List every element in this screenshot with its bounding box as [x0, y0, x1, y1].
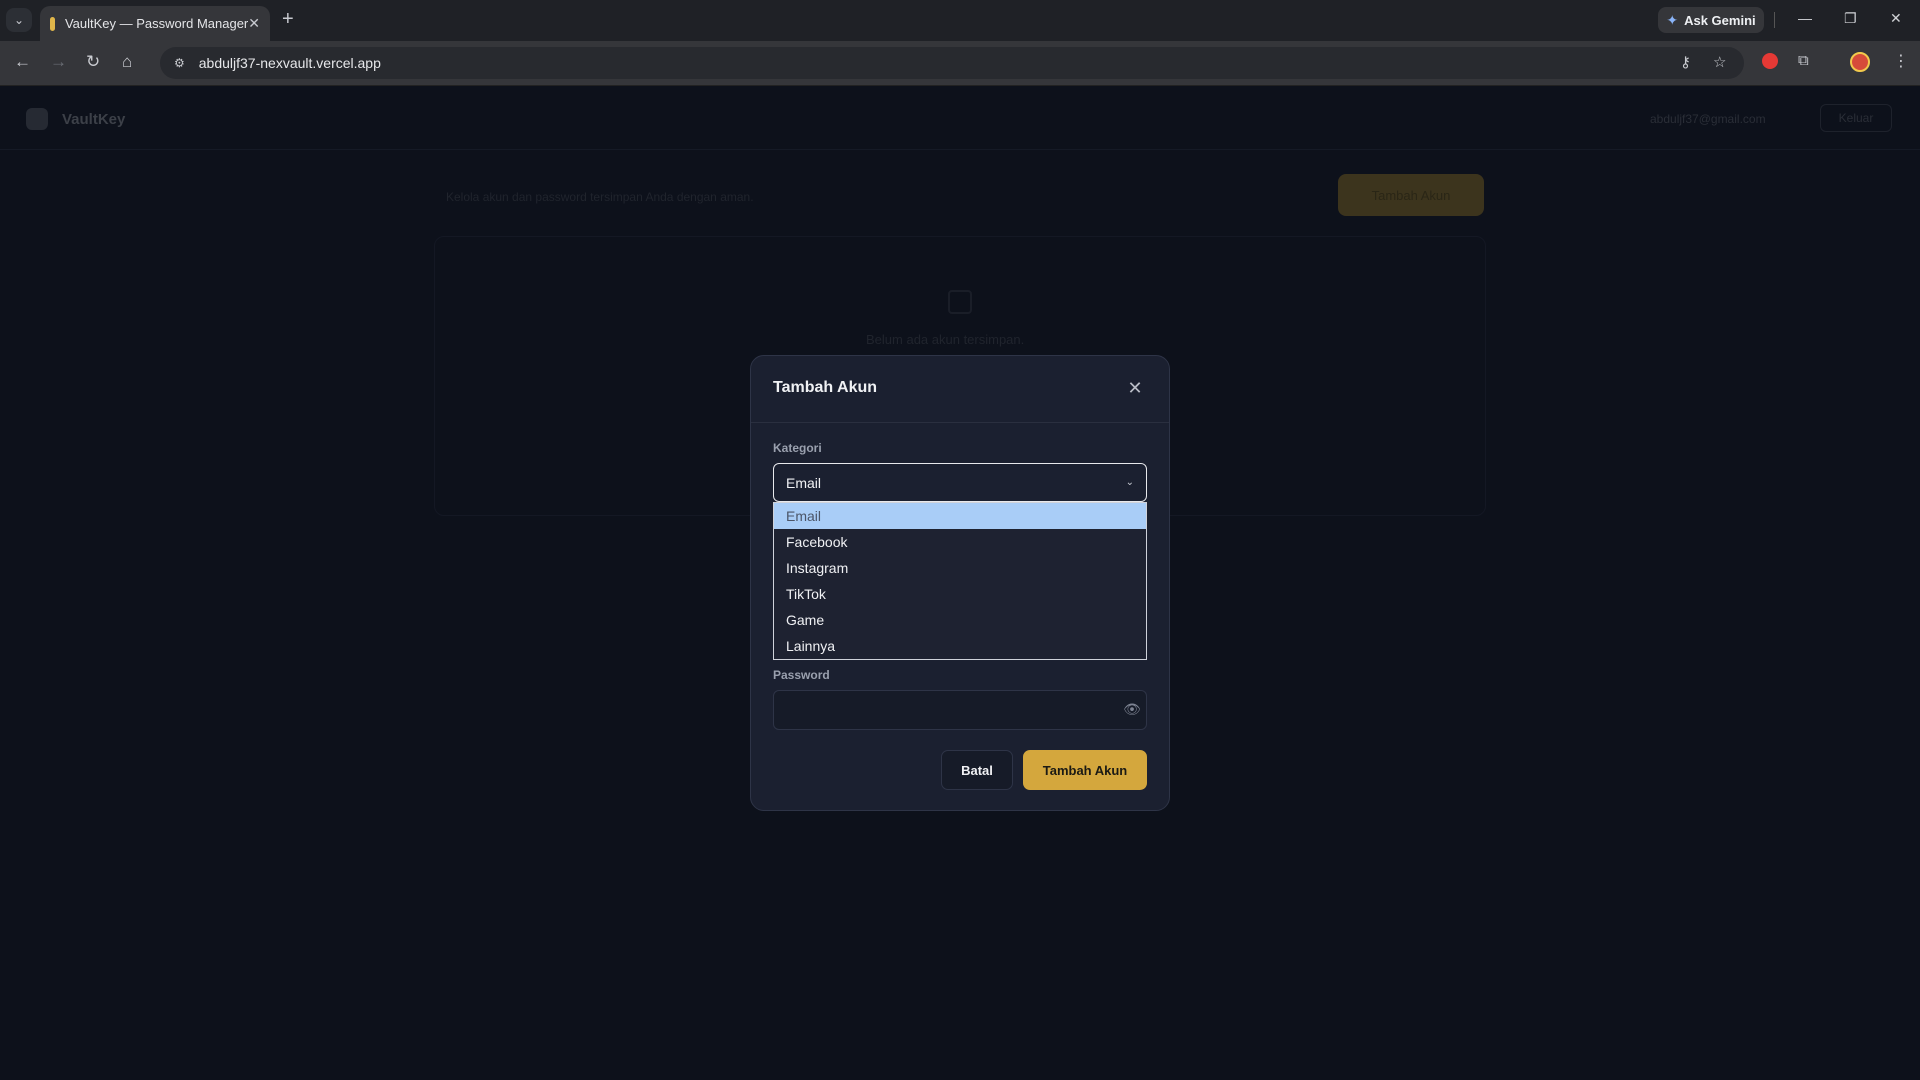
- category-option-email[interactable]: Email: [774, 503, 1146, 529]
- extensions-puzzle-icon[interactable]: ⧉: [1798, 52, 1809, 69]
- ask-gemini-button[interactable]: ✦ Ask Gemini: [1658, 7, 1764, 33]
- category-option-game[interactable]: Game: [774, 607, 1146, 633]
- category-label: Kategori: [773, 441, 822, 455]
- close-icon[interactable]: ✕: [1123, 376, 1147, 400]
- browser-menu-icon[interactable]: ⋮: [1893, 51, 1909, 71]
- password-label: Password: [773, 668, 830, 682]
- reload-icon[interactable]: ↻: [86, 52, 100, 72]
- bookmark-star-icon[interactable]: ☆: [1713, 53, 1726, 71]
- category-option-tiktok[interactable]: TikTok: [774, 581, 1146, 607]
- logout-button[interactable]: Keluar: [1820, 104, 1892, 132]
- user-email: abduljf37@gmail.com: [1650, 112, 1766, 126]
- category-dropdown: Email Facebook Instagram TikTok Game Lai…: [773, 502, 1147, 660]
- password-field[interactable]: 👁: [773, 690, 1147, 730]
- modal-title: Tambah Akun: [773, 379, 878, 396]
- vaultkey-logo-icon: [26, 108, 48, 130]
- category-option-instagram[interactable]: Instagram: [774, 555, 1146, 581]
- vaultkey-favicon-icon: [50, 16, 55, 31]
- eye-icon[interactable]: 👁: [1123, 701, 1141, 717]
- category-value: Email: [786, 474, 822, 491]
- tab-search-button[interactable]: ⌄: [6, 8, 32, 32]
- info-text: Kelola akun dan password tersimpan Anda …: [446, 190, 754, 204]
- empty-state-text: Belum ada akun tersimpan.: [866, 332, 1025, 347]
- submit-button[interactable]: Tambah Akun: [1023, 750, 1147, 790]
- app-header: VaultKey abduljf37@gmail.com Keluar: [0, 86, 1920, 150]
- brand-name: VaultKey: [62, 111, 126, 128]
- password-key-icon[interactable]: ⚷: [1680, 53, 1691, 71]
- gemini-sparkle-icon: ✦: [1666, 11, 1679, 28]
- browser-tab-strip: ⌄ VaultKey — Password Manager ✕ + ✦ Ask …: [0, 0, 1920, 41]
- close-tab-icon[interactable]: ✕: [248, 15, 260, 32]
- browser-tab[interactable]: VaultKey — Password Manager ✕: [40, 6, 270, 41]
- address-bar[interactable]: ⚙ abduljf37-nexvault.vercel.app: [160, 47, 1744, 79]
- chevron-down-icon: ⌄: [1125, 477, 1134, 488]
- url-text: abduljf37-nexvault.vercel.app: [198, 55, 381, 71]
- restore-icon[interactable]: ❐: [1844, 10, 1857, 27]
- home-icon[interactable]: ⌂: [122, 52, 132, 72]
- close-window-icon[interactable]: ✕: [1890, 10, 1902, 27]
- profile-avatar[interactable]: [1850, 52, 1870, 72]
- divider: [1774, 12, 1775, 28]
- ask-gemini-label: Ask Gemini: [1684, 12, 1756, 28]
- forward-arrow-icon[interactable]: →: [50, 52, 67, 72]
- site-settings-icon[interactable]: ⚙: [174, 56, 185, 70]
- cancel-button[interactable]: Batal: [941, 750, 1013, 790]
- add-account-button[interactable]: Tambah Akun: [1338, 174, 1484, 216]
- category-option-facebook[interactable]: Facebook: [774, 529, 1146, 555]
- minimize-icon[interactable]: —: [1798, 10, 1812, 26]
- modal-header: Tambah Akun ✕: [751, 356, 1169, 423]
- back-arrow-icon[interactable]: ←: [14, 52, 31, 72]
- extension-icon[interactable]: [1762, 53, 1778, 69]
- new-tab-button[interactable]: +: [282, 9, 294, 29]
- tab-title: VaultKey — Password Manager: [64, 16, 249, 31]
- empty-state-icon: [948, 290, 972, 314]
- category-select[interactable]: Email ⌄: [773, 463, 1147, 502]
- category-option-lainnya[interactable]: Lainnya: [774, 633, 1146, 659]
